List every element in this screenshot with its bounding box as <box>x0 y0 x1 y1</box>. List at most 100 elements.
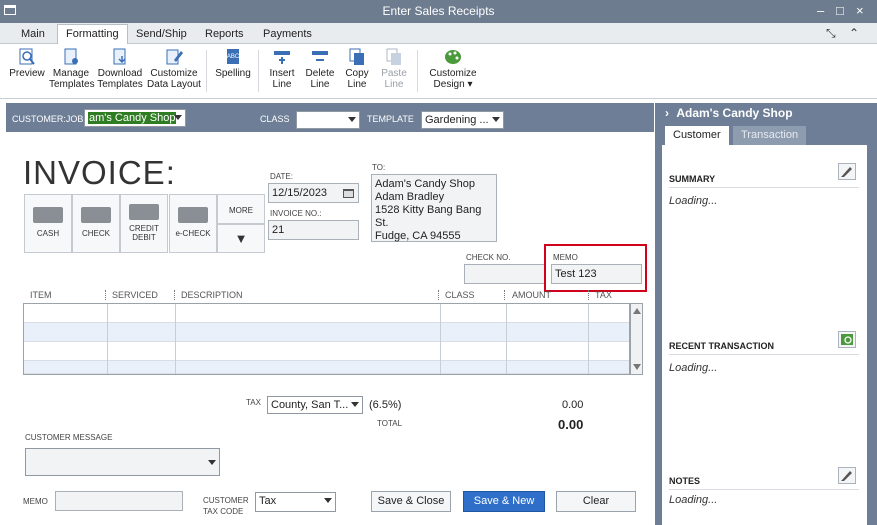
total-value: 0.00 <box>558 417 584 432</box>
table-row[interactable] <box>24 304 629 323</box>
grid-column-line <box>175 304 176 374</box>
paste-line-button[interactable]: Paste Line <box>378 48 410 90</box>
tab-send-ship[interactable]: Send/Ship <box>128 25 195 44</box>
tab-formatting[interactable]: Formatting <box>57 24 128 45</box>
memo-field[interactable]: Test 123 <box>551 264 642 284</box>
customer-message-dropdown[interactable] <box>25 448 220 476</box>
check-no-field[interactable] <box>464 264 546 284</box>
customize-design-button[interactable]: Customize Design ▾ <box>427 48 479 90</box>
customer-tax-code-label-2: TAX CODE <box>203 507 244 516</box>
expand-icon[interactable]: ⤡ <box>826 26 836 41</box>
edit-notes-icon[interactable] <box>838 467 856 484</box>
chevron-right-icon[interactable]: › <box>665 106 669 120</box>
insert-line-button[interactable]: Insert Line <box>265 48 299 90</box>
customer-info-panel: › Adam's Candy Shop Customer Transaction… <box>655 103 877 525</box>
ribbon-tabs: Main Formatting Send/Ship Reports Paymen… <box>0 23 877 45</box>
bill-to-address[interactable]: Adam's Candy Shop Adam Bradley 1528 Kitt… <box>371 174 497 242</box>
customer-bar: CUSTOMER:JOB am's Candy Shop CLASS TEMPL… <box>6 103 654 132</box>
col-serviced[interactable]: SERVICED <box>112 290 158 300</box>
save-new-button[interactable]: Save & New <box>463 491 545 512</box>
footer-memo-field[interactable] <box>55 491 183 511</box>
ribbon-divider <box>417 50 418 92</box>
customer-job-label: CUSTOMER:JOB <box>12 114 84 124</box>
credit-debit-button[interactable]: CREDIT DEBIT <box>120 194 168 253</box>
check-no-label: CHECK NO. <box>466 253 511 262</box>
col-description[interactable]: DESCRIPTION <box>181 290 243 300</box>
recent-transaction-title: RECENT TRANSACTION <box>669 341 774 351</box>
col-amount[interactable]: AMOUNT <box>512 290 551 300</box>
copy-line-button[interactable]: Copy Line <box>341 48 373 90</box>
col-class[interactable]: CLASS <box>445 290 475 300</box>
tax-rate: (6.5%) <box>369 399 402 411</box>
customer-tax-code-label: CUSTOMER <box>203 496 249 505</box>
pencil-icon <box>841 167 852 177</box>
download-templates-button[interactable]: Download Templates <box>96 48 144 90</box>
grid-column-line <box>588 304 589 374</box>
check-button[interactable]: CHECK <box>72 194 120 253</box>
table-row[interactable] <box>24 323 629 342</box>
tab-transaction[interactable]: Transaction <box>733 126 807 145</box>
tax-item-dropdown[interactable]: County, San T... <box>267 396 363 414</box>
spelling-icon: ABC <box>227 49 240 64</box>
manage-templates-button[interactable]: Manage Templates <box>49 48 95 90</box>
pencil-icon <box>841 471 852 481</box>
line-items-header: ITEM SERVICED DESCRIPTION CLASS AMOUNT T… <box>23 288 646 302</box>
class-dropdown[interactable] <box>296 111 360 129</box>
memo-label: MEMO <box>553 253 578 262</box>
customer-message-label: CUSTOMER MESSAGE <box>25 433 113 442</box>
grid-scrollbar[interactable] <box>630 303 643 375</box>
clear-button[interactable]: Clear <box>556 491 636 512</box>
col-divider <box>174 290 175 300</box>
table-row[interactable] <box>24 342 629 361</box>
total-label: TOTAL <box>377 419 403 428</box>
save-close-button[interactable]: Save & Close <box>371 491 451 512</box>
panel-content: SUMMARY Loading... RECENT TRANSACTION Lo… <box>662 145 867 525</box>
col-item[interactable]: ITEM <box>30 290 52 300</box>
tab-customer[interactable]: Customer <box>665 126 729 145</box>
preview-button[interactable]: Preview <box>9 48 45 79</box>
chevron-down-icon <box>492 117 500 122</box>
check-icon <box>81 207 111 223</box>
recent-transaction-icon[interactable] <box>838 331 856 348</box>
grid-column-line <box>440 304 441 374</box>
calendar-icon[interactable] <box>343 188 354 198</box>
tab-reports[interactable]: Reports <box>197 25 252 44</box>
delete-line-button[interactable]: Delete Line <box>303 48 337 90</box>
more-button[interactable]: MORE <box>217 194 265 224</box>
customer-tax-code-dropdown[interactable]: Tax <box>255 492 336 512</box>
chevron-down-icon <box>174 115 182 120</box>
tab-main[interactable]: Main <box>13 25 53 44</box>
customize-data-layout-button[interactable]: Customize Data Layout <box>147 48 201 90</box>
tab-payments[interactable]: Payments <box>255 25 320 44</box>
col-divider <box>588 290 589 300</box>
manage-templates-icon <box>64 48 78 65</box>
col-tax[interactable]: TAX <box>595 290 612 300</box>
close-button[interactable]: × <box>856 3 864 18</box>
divider <box>669 354 859 355</box>
scroll-down-icon[interactable] <box>633 364 641 370</box>
more-payments-dropdown[interactable]: ▼ <box>217 224 265 253</box>
paste-line-icon <box>386 48 401 65</box>
echeck-icon <box>178 207 208 223</box>
edit-summary-icon[interactable] <box>838 163 856 180</box>
collapse-ribbon-icon[interactable]: ⌃ <box>849 26 859 40</box>
notes-title: NOTES <box>669 476 701 486</box>
echeck-button[interactable]: e-CHECK <box>169 194 217 253</box>
customer-job-dropdown[interactable]: am's Candy Shop <box>84 109 186 127</box>
scroll-up-icon[interactable] <box>633 308 641 314</box>
chevron-down-icon: ▼ <box>234 231 248 246</box>
date-field[interactable]: 12/15/2023 <box>268 183 359 203</box>
minimize-button[interactable]: – <box>817 3 824 18</box>
chevron-down-icon <box>351 402 359 407</box>
credit-card-icon <box>129 204 159 220</box>
table-row[interactable] <box>24 361 629 374</box>
spelling-button[interactable]: ABC Spelling <box>214 48 252 79</box>
template-dropdown[interactable]: Gardening ... <box>421 111 504 129</box>
tax-label: TAX <box>246 398 261 407</box>
line-items-grid[interactable] <box>23 303 630 375</box>
maximize-button[interactable]: □ <box>836 3 844 18</box>
col-divider <box>438 290 439 300</box>
insert-line-icon <box>274 51 290 64</box>
cash-button[interactable]: CASH <box>24 194 72 253</box>
invoice-no-field[interactable]: 21 <box>268 220 359 240</box>
